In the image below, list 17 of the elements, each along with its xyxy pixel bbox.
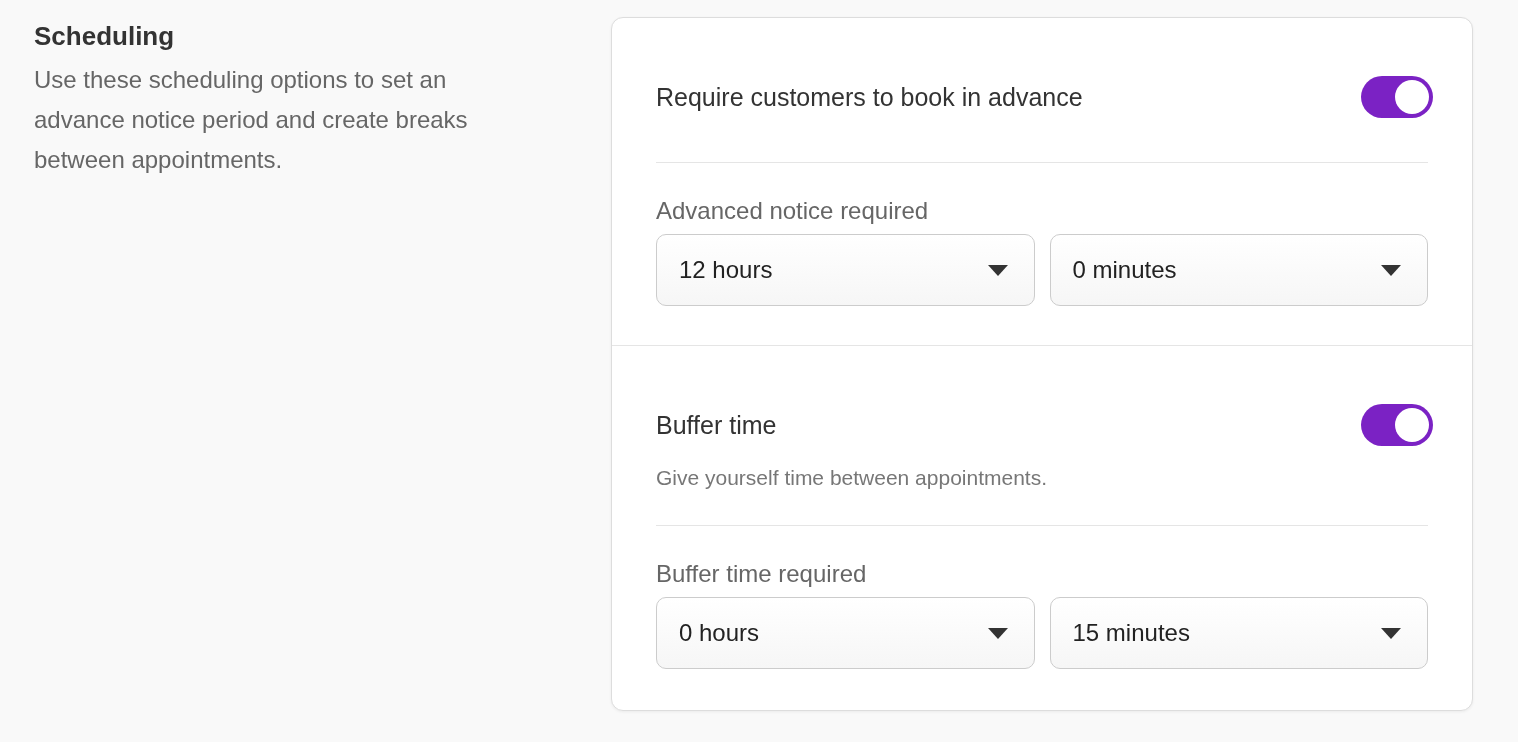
hint-text: Give yourself time between appointments. [656, 466, 1049, 490]
caret-icon [987, 264, 1008, 276]
caret-icon [987, 627, 1008, 639]
field-label: Advanced notice required [656, 197, 930, 225]
dropdown-select[interactable]: 12 hours [656, 234, 1035, 306]
dropdown-select[interactable]: 0 minutes [1049, 234, 1428, 306]
section-description: Use these scheduling options to set an advance notice period and create breaks between appointments. [34, 65, 469, 175]
toggle-switch[interactable] [1361, 76, 1433, 118]
caret-icon [1381, 627, 1401, 639]
caret-icon [1381, 264, 1401, 276]
dropdown-select[interactable]: 0 hours [656, 597, 1035, 669]
toggle-label: Buffer time [656, 410, 777, 440]
section-title: Scheduling [34, 21, 176, 52]
dropdown-select[interactable]: 15 minutes [1049, 597, 1428, 669]
toggle-label: Require customers to book in advance [656, 82, 1083, 112]
field-label: Buffer time required [656, 560, 868, 588]
toggle-switch[interactable] [1361, 404, 1433, 446]
